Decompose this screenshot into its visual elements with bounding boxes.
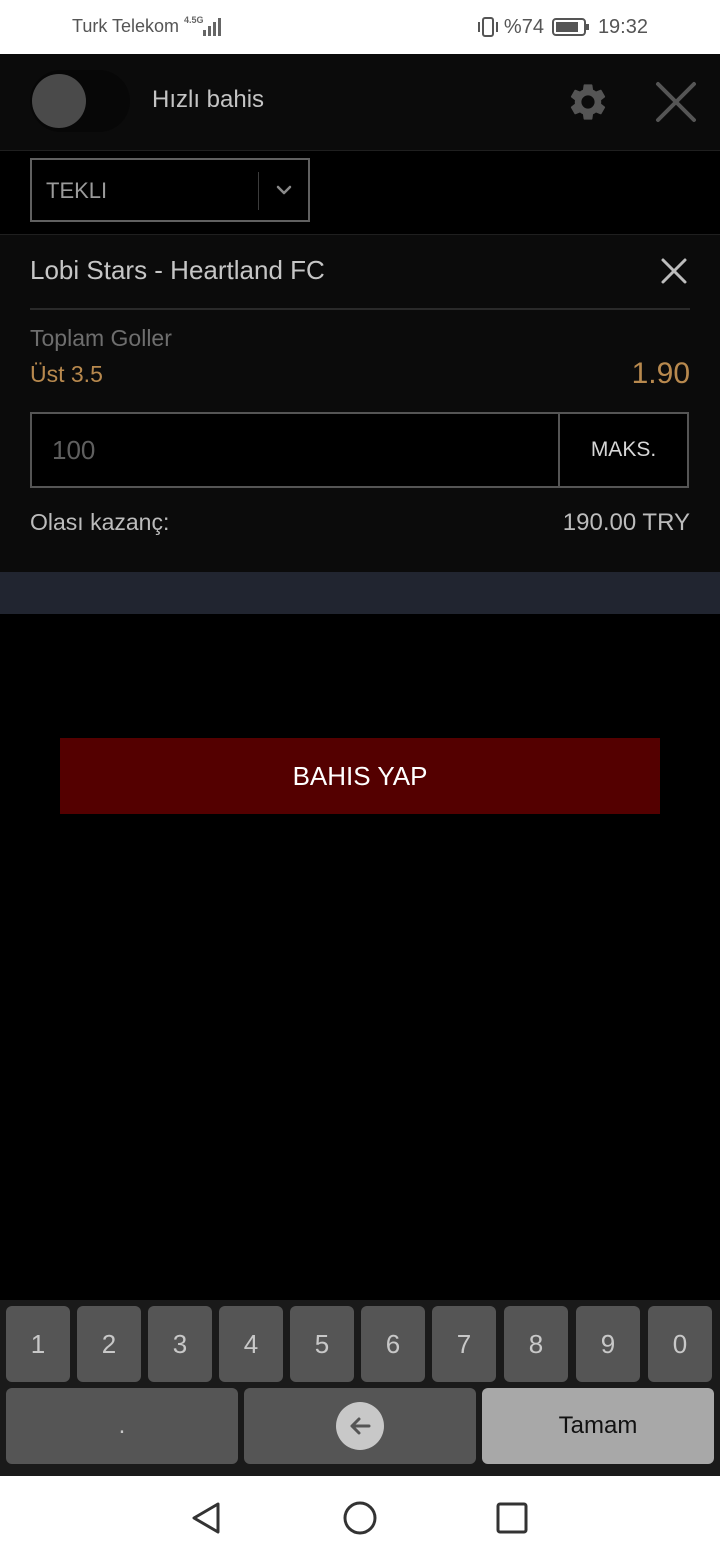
battery-icon — [551, 18, 589, 36]
signal-icon — [203, 18, 221, 36]
key-dot[interactable]: . — [6, 1388, 238, 1464]
close-icon[interactable] — [652, 78, 700, 126]
key-5[interactable]: 5 — [290, 1306, 354, 1382]
key-7[interactable]: 7 — [432, 1306, 496, 1382]
key-8[interactable]: 8 — [504, 1306, 568, 1382]
navigation-bar — [0, 1476, 720, 1560]
quick-bet-toggle[interactable] — [30, 70, 130, 132]
key-2[interactable]: 2 — [77, 1306, 141, 1382]
back-triangle-icon[interactable] — [188, 1500, 224, 1536]
status-bar: Turk Telekom 4.5G %74 19:32 — [0, 0, 720, 54]
key-backspace[interactable] — [244, 1388, 476, 1464]
place-bet-button[interactable]: BAHIS YAP — [60, 738, 660, 814]
winnings-label: Olası kazanç: — [30, 509, 170, 535]
numeric-keyboard: 1 2 3 4 5 6 7 8 9 0 . Tamam — [0, 1300, 720, 1476]
stake-input[interactable] — [30, 412, 560, 488]
recent-apps-icon[interactable] — [494, 1500, 530, 1536]
key-4[interactable]: 4 — [219, 1306, 283, 1382]
betslip-header: Hızlı bahis — [0, 54, 720, 151]
chevron-down-icon — [276, 185, 292, 195]
select-divider — [258, 172, 259, 210]
clock: 19:32 — [597, 15, 648, 38]
key-3[interactable]: 3 — [148, 1306, 212, 1382]
key-0[interactable]: 0 — [648, 1306, 712, 1382]
bet-card: Lobi Stars - Heartland FC Toplam Goller … — [0, 235, 720, 572]
odds-value: 1.90 — [631, 357, 690, 390]
selection-name: Üst 3.5 — [30, 361, 103, 387]
network-type: 4.5G — [184, 15, 204, 25]
bet-type-value: TEKLI — [46, 178, 108, 203]
match-title: Lobi Stars - Heartland FC — [30, 255, 325, 285]
key-1[interactable]: 1 — [6, 1306, 70, 1382]
quick-bet-label: Hızlı bahis — [152, 86, 265, 113]
winnings-value: 190.00 TRY — [562, 509, 690, 536]
market-name: Toplam Goller — [30, 325, 172, 351]
gear-icon[interactable] — [566, 80, 610, 124]
bet-type-select[interactable]: TEKLI — [30, 158, 310, 222]
remove-selection-icon[interactable] — [658, 255, 690, 287]
backspace-icon — [336, 1402, 384, 1450]
vibrate-icon — [477, 17, 498, 37]
bet-type-section: TEKLI — [0, 151, 720, 235]
key-9[interactable]: 9 — [576, 1306, 640, 1382]
key-6[interactable]: 6 — [361, 1306, 425, 1382]
status-right: %74 19:32 — [476, 14, 648, 40]
separator-band — [0, 572, 720, 614]
battery-percent: %74 — [503, 15, 544, 38]
key-done[interactable]: Tamam — [482, 1388, 714, 1464]
max-stake-button[interactable]: MAKS. — [558, 412, 689, 488]
home-circle-icon[interactable] — [342, 1500, 378, 1536]
arrow-left-icon — [350, 1417, 371, 1435]
carrier-name: Turk Telekom — [72, 16, 180, 36]
toggle-knob — [32, 74, 86, 128]
card-divider — [30, 308, 690, 310]
